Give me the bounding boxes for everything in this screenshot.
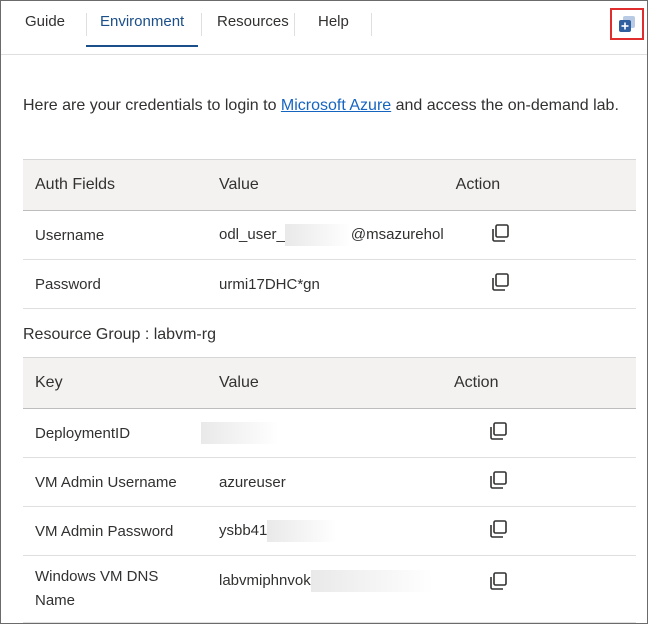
tab-bar: Guide Environment Resources Help [1,1,647,55]
copy-icon[interactable] [491,273,509,295]
action-cell [443,210,636,260]
action-cell [442,506,636,556]
table-header-row: Auth Fields Value Action [23,159,636,211]
redacted-value [284,224,351,246]
table-row: Username odl_user_ @msazurehol [23,210,636,260]
key-label: VM Admin Username [23,457,207,507]
tab-divider [371,13,372,36]
key-label: Windows VM DNS Name [23,555,207,623]
column-header: Auth Fields [23,159,207,211]
copy-icon[interactable] [489,471,507,493]
tab-resources[interactable]: Resources [217,13,289,47]
action-cell [442,457,636,507]
column-header: Action [442,357,636,409]
column-header: Value [207,159,444,211]
username-value: odl_user_ @msazurehol [207,210,444,260]
intro-text-before: Here are your credentials to login to [23,97,281,114]
tab-divider [201,13,202,36]
tab-guide[interactable]: Guide [25,13,65,47]
username-domain: @msazurehol [350,225,444,243]
table-row: Windows VM DNS Name labvmiphnvok [23,555,636,623]
deployment-id-value [201,408,442,458]
auth-field-label: Username [23,210,207,260]
intro-text-after: and access the on-demand lab. [391,97,619,114]
resource-group-table: Key Value Action DeploymentID VM Admin U… [23,357,636,623]
table-row: Password urmi17DHC*gn [23,259,636,309]
column-header: Value [207,357,442,409]
column-header: Key [23,357,207,409]
key-label: VM Admin Password [23,506,207,556]
table-row: DeploymentID [23,408,636,458]
credentials-intro: Here are your credentials to login to Mi… [23,97,619,115]
redacted-value [267,520,338,542]
tab-divider [86,13,87,36]
key-label-line: Name [35,592,76,609]
copy-icon[interactable] [491,224,509,246]
key-label-line: Windows VM DNS [35,568,159,585]
password-value: urmi17DHC*gn [207,259,444,309]
redacted-value [310,570,433,592]
action-cell [442,408,636,458]
dns-prefix: labvmiphnvok [219,571,311,589]
table-header-row: Key Value Action [23,357,636,409]
action-cell [442,555,636,623]
table-row: VM Admin Username azureuser [23,457,636,507]
table-row: VM Admin Password ysbb41 [23,506,636,556]
resource-group-title: Resource Group : labvm-rg [23,326,216,343]
password-prefix: ysbb41 [219,521,268,539]
copy-icon[interactable] [489,520,507,542]
tab-help[interactable]: Help [318,13,349,47]
column-header: Action [443,159,636,211]
copy-icon[interactable] [489,572,507,594]
tab-divider [294,13,295,36]
popout-window-icon [617,14,637,34]
copy-icon[interactable] [489,422,507,444]
lab-environment-panel: Guide Environment Resources Help Here ar… [0,0,648,624]
vm-admin-username-value: azureuser [207,457,442,507]
redacted-value [201,422,279,444]
username-prefix: odl_user_ [219,225,285,243]
action-cell [443,259,636,309]
vm-admin-password-value: ysbb41 [207,506,442,556]
key-label: DeploymentID [23,408,207,458]
credentials-table: Auth Fields Value Action Username odl_us… [23,159,636,309]
windows-vm-dns-value: labvmiphnvok [207,555,442,623]
tab-environment[interactable]: Environment [85,13,199,47]
auth-field-label: Password [23,259,207,309]
popout-window-button[interactable] [610,8,644,40]
microsoft-azure-link[interactable]: Microsoft Azure [281,97,391,114]
